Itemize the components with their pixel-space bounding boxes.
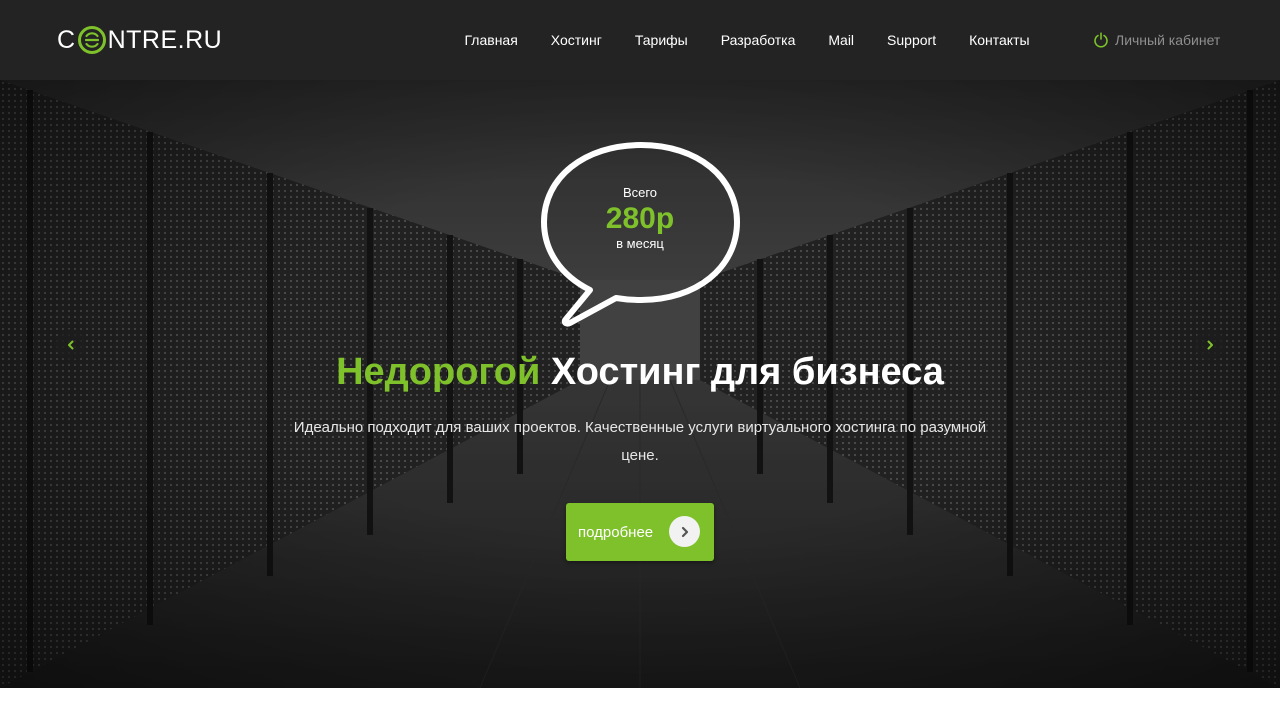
price-value: 280р [605, 202, 675, 235]
site-header: C NTRE.RU Главная Хостинг Тарифы Разрабо… [0, 0, 1280, 80]
chevron-right-icon [1207, 340, 1213, 349]
nav-item-contacts[interactable]: Контакты [969, 32, 1029, 48]
hero-slider: Всего 280р в месяц Недорогой Хостинг для… [0, 80, 1280, 688]
logo-text-start: C [57, 25, 76, 54]
nav-item-development[interactable]: Разработка [721, 32, 796, 48]
chevron-left-icon [67, 340, 73, 349]
price-label: Всего [622, 185, 658, 200]
content-section-start [0, 688, 1280, 720]
chevron-right-icon [669, 516, 700, 547]
site-logo[interactable]: C NTRE.RU [57, 22, 222, 58]
power-icon [1094, 32, 1108, 48]
hero-subtitle: Идеально подходит для ваших проектов. Ка… [293, 419, 987, 464]
nav-item-tariffs[interactable]: Тарифы [635, 32, 688, 48]
nav-item-support[interactable]: Support [887, 32, 936, 48]
hero-headline: Недорогой Хостинг для бизнеса [200, 348, 1080, 396]
price-bubble: Всего 280р в месяц [560, 184, 720, 252]
logo-ring-icon [77, 26, 106, 54]
slider-next-button[interactable] [1194, 329, 1225, 360]
more-button[interactable]: подробнее [566, 503, 714, 561]
logo-text-end: NTRE.RU [107, 25, 223, 54]
hero-headline-accent: Недорогой [336, 351, 541, 393]
nav-item-mail[interactable]: Mail [828, 32, 854, 48]
nav-item-home[interactable]: Главная [465, 32, 518, 48]
personal-account-label: Личный кабинет [1115, 32, 1221, 48]
nav-item-hosting[interactable]: Хостинг [551, 32, 602, 48]
price-period: в месяц [616, 236, 664, 251]
hero-headline-rest: Хостинг для бизнеса [550, 351, 944, 393]
more-button-label: подробнее [578, 523, 654, 541]
main-nav: Главная Хостинг Тарифы Разработка Mail S… [448, 28, 1046, 52]
personal-account-link[interactable]: Личный кабинет [1093, 30, 1220, 50]
slider-prev-button[interactable] [55, 329, 86, 360]
